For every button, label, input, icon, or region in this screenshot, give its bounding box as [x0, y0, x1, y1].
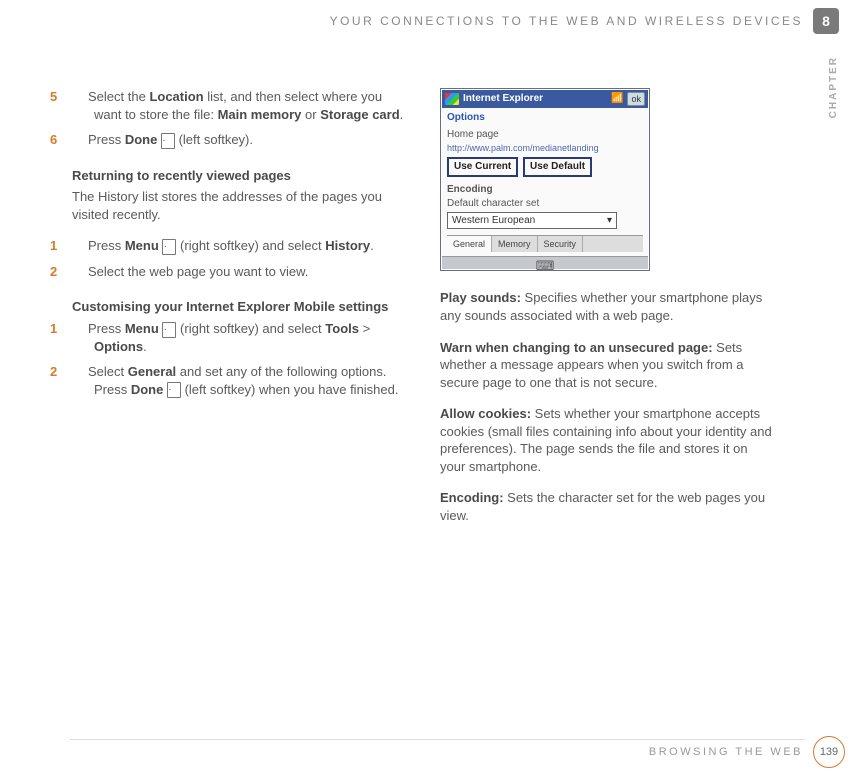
play-sounds-paragraph: Play sounds: Specifies whether your smar…: [440, 289, 775, 324]
step-number: 2: [72, 363, 88, 381]
left-column: 5Select the Location list, and then sele…: [72, 88, 412, 406]
step-number: 5: [72, 88, 88, 106]
running-header: YOUR CONNECTIONS TO THE WEB AND WIRELESS…: [330, 14, 803, 28]
encoding-heading: Encoding: [447, 183, 643, 197]
screenshot-title: Internet Explorer: [463, 92, 543, 106]
tab-memory: Memory: [492, 236, 538, 252]
bold: Allow cookies:: [440, 406, 531, 421]
paragraph: The History list stores the addresses of…: [72, 188, 412, 223]
step-number: 1: [72, 237, 88, 255]
bold: Location: [149, 89, 203, 104]
secB-step-1: 1Press Menu · · · (right softkey) and se…: [72, 320, 412, 355]
encoding-paragraph: Encoding: Sets the character set for the…: [440, 489, 775, 524]
heading-returning: Returning to recently viewed pages: [72, 167, 412, 185]
ie-mobile-screenshot: Internet Explorer 📶 ok Options Home page…: [440, 88, 650, 271]
text: .: [400, 107, 404, 122]
page-number: 139: [813, 736, 845, 768]
screenshot-tabs: General Memory Security: [447, 235, 643, 252]
softkey-icon: · · ·: [162, 322, 176, 338]
bold: Storage card: [320, 107, 399, 122]
text: Press: [88, 321, 125, 336]
chapter-number-badge: 8: [813, 8, 839, 34]
bold: Options: [94, 339, 143, 354]
secA-step-2: 2Select the web page you want to view.: [72, 263, 412, 281]
text: (left softkey).: [179, 132, 253, 147]
start-flag-icon: [445, 93, 459, 105]
text: Select: [88, 364, 128, 379]
text: or: [301, 107, 320, 122]
tab-security: Security: [538, 236, 584, 252]
bold: Encoding:: [440, 490, 504, 505]
right-column: Internet Explorer 📶 ok Options Home page…: [440, 88, 775, 538]
step-number: 2: [72, 263, 88, 281]
screenshot-body: Options Home page http://www.palm.com/me…: [442, 108, 648, 256]
secA-step-1: 1Press Menu · · · (right softkey) and se…: [72, 237, 412, 255]
screenshot-titlebar: Internet Explorer 📶 ok: [442, 90, 648, 108]
softkey-icon: · · ·: [162, 239, 176, 255]
softkey-icon: · · ·: [167, 382, 181, 398]
bold: Main memory: [218, 107, 302, 122]
options-heading: Options: [447, 111, 643, 125]
bold: Warn when changing to an unsecured page:: [440, 340, 713, 355]
use-current-button: Use Current: [447, 157, 518, 177]
homepage-label: Home page: [447, 128, 643, 142]
screenshot-keyboard-bar: ⌨: [442, 256, 648, 269]
bold: History: [325, 238, 370, 253]
step-6: 6Press Done · · · (left softkey).: [72, 131, 412, 149]
text: Select the web page you want to view.: [88, 264, 308, 279]
signal-icon: 📶: [611, 92, 623, 106]
secB-step-2: 2Select General and set any of the follo…: [72, 363, 412, 398]
text: (right softkey) and select: [180, 238, 325, 253]
tab-general: General: [447, 236, 492, 252]
bold: Tools: [325, 321, 359, 336]
use-default-button: Use Default: [523, 157, 592, 177]
bold: Play sounds:: [440, 290, 521, 305]
chevron-down-icon: ▾: [607, 214, 612, 228]
warn-unsecured-paragraph: Warn when changing to an unsecured page:…: [440, 339, 775, 392]
text: .: [143, 339, 147, 354]
allow-cookies-paragraph: Allow cookies: Sets whether your smartph…: [440, 405, 775, 475]
step-number: 1: [72, 320, 88, 338]
text: >: [359, 321, 370, 336]
text: .: [370, 238, 374, 253]
charset-value: Western European: [452, 214, 535, 228]
text: Select the: [88, 89, 149, 104]
footer-rule: [70, 739, 805, 740]
ok-button: ok: [627, 92, 645, 106]
step-5: 5Select the Location list, and then sele…: [72, 88, 412, 123]
text: Press: [88, 132, 125, 147]
step-number: 6: [72, 131, 88, 149]
text: (left softkey) when you have finished.: [185, 382, 399, 397]
text: (right softkey) and select: [180, 321, 325, 336]
chapter-label: CHAPTER: [828, 56, 839, 118]
footer-section: BROWSING THE WEB: [649, 746, 803, 758]
heading-customising: Customising your Internet Explorer Mobil…: [72, 298, 412, 316]
charset-label: Default character set: [447, 197, 643, 211]
bold: General: [128, 364, 176, 379]
charset-select: Western European ▾: [447, 212, 617, 230]
softkey-icon: · · ·: [161, 133, 175, 149]
text: Press: [88, 238, 125, 253]
homepage-url: http://www.palm.com/medianetlanding: [447, 142, 643, 154]
